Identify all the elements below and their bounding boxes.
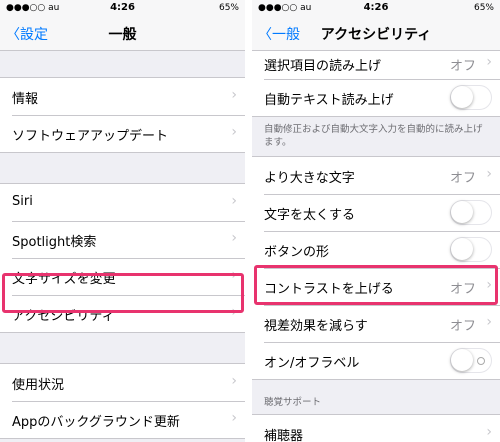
highlight-box-contrast <box>254 265 498 305</box>
row-value: オフ <box>449 171 476 186</box>
settings-group: 補聴器 › <box>252 414 500 442</box>
settings-group: 使用状況 › Appのバックグラウンド更新 › <box>0 363 245 439</box>
clock: 4:26 <box>363 2 389 13</box>
chevron-right-icon: › <box>231 230 237 246</box>
row-label: 視差効果を減らす <box>264 319 368 334</box>
row-siri[interactable]: Siri › <box>0 184 245 221</box>
accessibility-screen: ●●●○○ au 4:26 65% 〈一般 アクセシビリティ 選択項目の読み上げ… <box>252 0 500 442</box>
row-bold-text[interactable]: 文字を太くする <box>252 194 500 231</box>
settings-group: 選択項目の読み上げ オフ › 自動テキスト読み上げ <box>252 51 500 117</box>
clock: 4:26 <box>110 2 135 13</box>
row-label: Siri <box>12 194 33 209</box>
settings-group: 情報 › ソフトウェアアップデート › <box>0 77 245 153</box>
section-header: 聴覚サポート <box>264 397 322 408</box>
chevron-right-icon: › <box>231 410 237 426</box>
row-label: オン/オフラベル <box>264 356 360 371</box>
chevron-right-icon: › <box>231 124 237 140</box>
row-label: Appのバックグラウンド更新 <box>12 415 180 430</box>
chevron-right-icon: › <box>231 193 237 209</box>
row-on-off-labels[interactable]: オン/オフラベル <box>252 342 500 379</box>
row-usage[interactable]: 使用状況 › <box>0 364 245 401</box>
page-title: アクセシビリティ <box>320 27 432 43</box>
status-bar: ●●●○○ au 4:26 65% <box>0 0 245 16</box>
nav-bar: 〈設定 一般 <box>0 16 245 51</box>
status-bar: ●●●○○ au 4:26 65% <box>252 0 500 16</box>
battery-level: 65% <box>218 3 239 13</box>
row-reduce-motion[interactable]: 視差効果を減らす オフ › <box>252 305 500 342</box>
row-value: オフ <box>449 59 476 74</box>
row-label: ボタンの形 <box>264 245 330 260</box>
row-label: ソフトウェアアップデート <box>12 129 169 144</box>
row-software-update[interactable]: ソフトウェアアップデート › <box>0 115 245 152</box>
battery-level: 65% <box>473 3 494 13</box>
row-label: 情報 <box>12 92 39 107</box>
row-hearing-aids[interactable]: 補聴器 › <box>252 415 500 442</box>
toggle-switch[interactable] <box>450 237 492 262</box>
page-title: 一般 <box>108 27 137 43</box>
toggle-switch[interactable] <box>450 200 492 225</box>
toggle-switch[interactable] <box>450 348 492 373</box>
row-about[interactable]: 情報 › <box>0 78 245 115</box>
chevron-right-icon: › <box>231 87 237 103</box>
chevron-right-icon: › <box>486 166 492 182</box>
row-label: 文字を太くする <box>264 208 356 223</box>
row-button-shapes[interactable]: ボタンの形 <box>252 231 500 268</box>
row-speak-selection[interactable]: 選択項目の読み上げ オフ › <box>252 51 500 79</box>
chevron-right-icon: › <box>486 424 492 440</box>
toggle-switch[interactable] <box>450 85 492 110</box>
highlight-box-accessibility <box>2 273 244 313</box>
chevron-right-icon: › <box>231 373 237 389</box>
row-label: Spotlight検索 <box>12 235 97 250</box>
row-label: 自動テキスト読み上げ <box>264 93 394 108</box>
row-value: オフ <box>449 319 476 334</box>
row-spotlight[interactable]: Spotlight検索 › <box>0 221 245 258</box>
nav-bar: 〈一般 アクセシビリティ <box>252 16 500 51</box>
row-background-refresh[interactable]: Appのバックグラウンド更新 › <box>0 401 245 438</box>
row-larger-text[interactable]: より大きな文字 オフ › <box>252 157 500 194</box>
off-label-icon <box>477 357 485 365</box>
general-settings-screen: ●●●○○ au 4:26 65% 〈設定 一般 情報 › ソフトウェアアップデ… <box>0 0 245 442</box>
footnote: 自動修正および自動大文字入力を自動的に読み上げます。 <box>264 124 483 148</box>
row-label: 使用状況 <box>12 378 65 393</box>
row-label: 選択項目の読み上げ <box>264 59 382 74</box>
chevron-right-icon: › <box>486 314 492 330</box>
screenshot: ●●●○○ au 4:26 65% 〈設定 一般 情報 › ソフトウェアアップデ… <box>0 0 500 442</box>
row-label: 補聴器 <box>264 429 304 442</box>
chevron-right-icon: › <box>486 54 492 70</box>
row-speak-auto-text[interactable]: 自動テキスト読み上げ <box>252 79 500 116</box>
row-label: より大きな文字 <box>264 171 355 186</box>
